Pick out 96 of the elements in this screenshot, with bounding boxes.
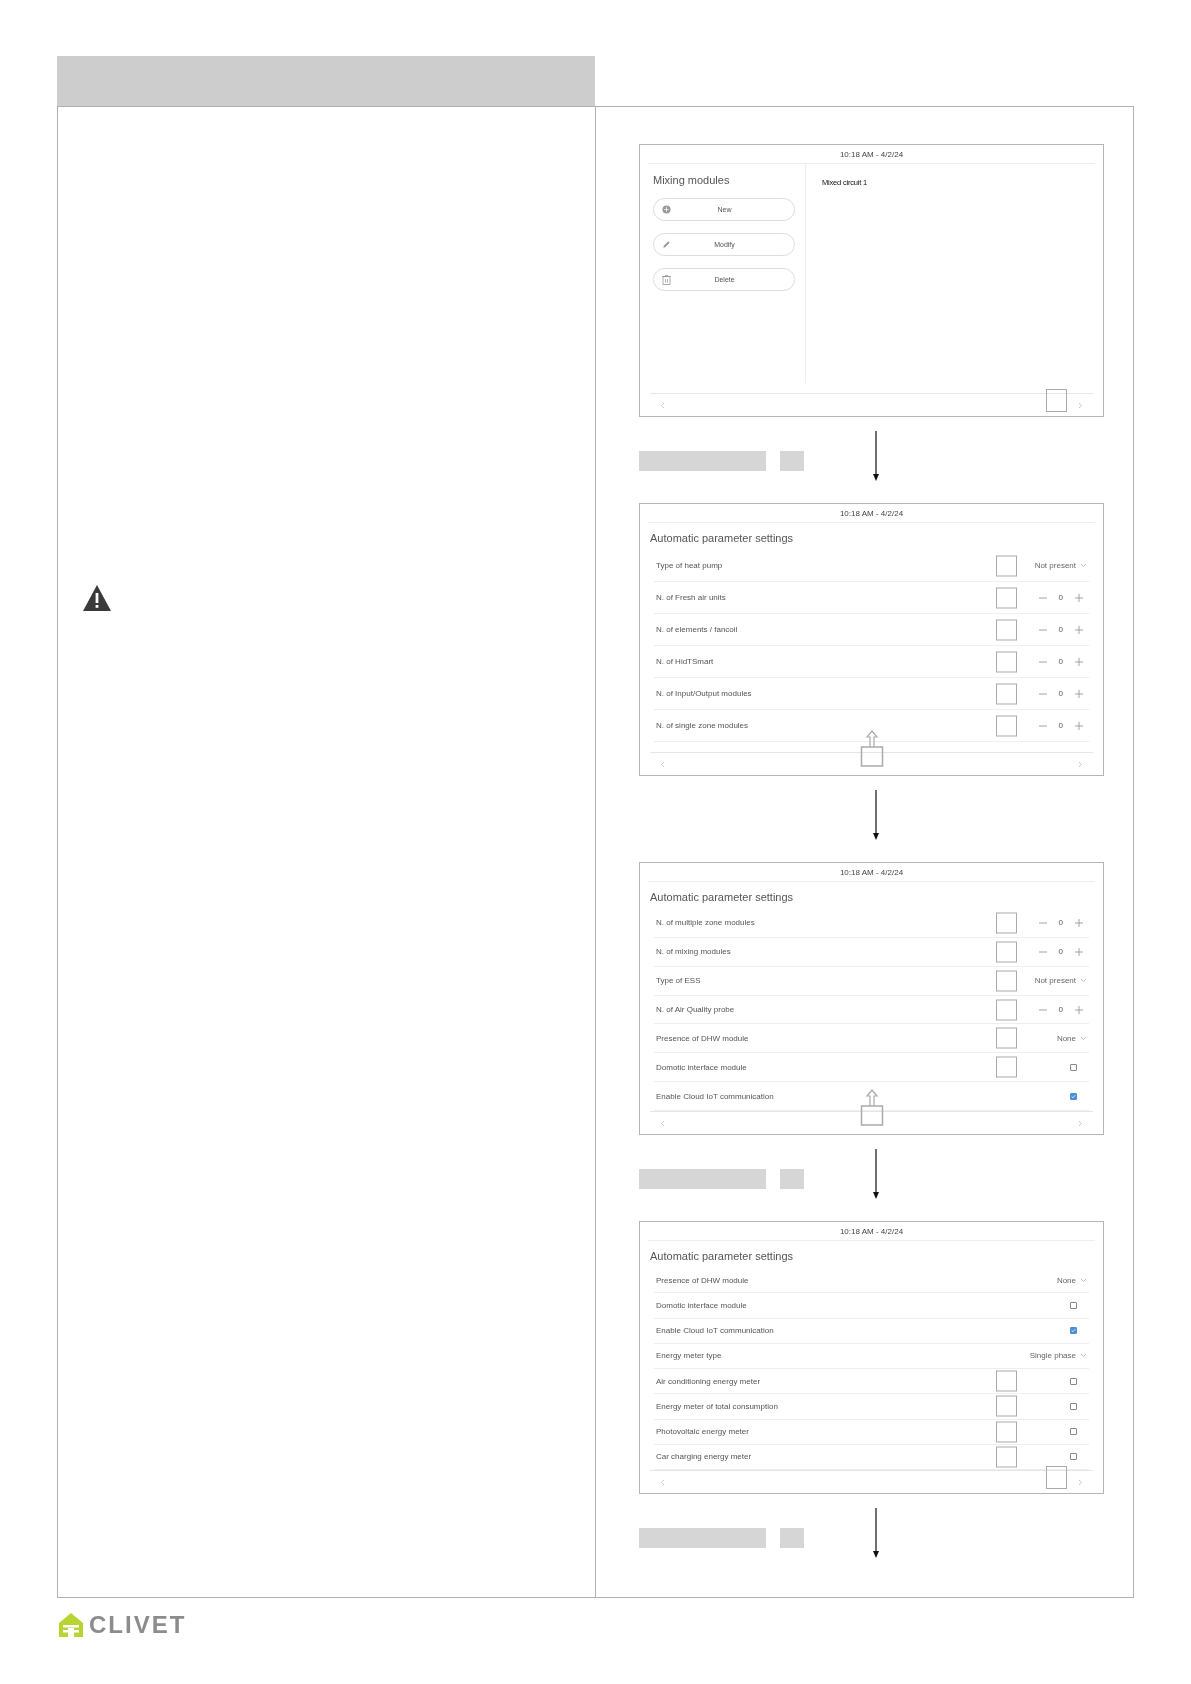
chevron-left-icon[interactable]: [660, 1478, 665, 1486]
chevron-left-icon[interactable]: [660, 1119, 665, 1127]
checkbox[interactable]: [1070, 1327, 1077, 1335]
checkbox[interactable]: [1070, 1453, 1077, 1461]
plus-icon[interactable]: [1075, 947, 1083, 956]
minus-icon[interactable]: [1038, 724, 1047, 727]
status-time: 10:18 AM - 4/2/24: [839, 149, 904, 161]
pencil-icon: [662, 240, 671, 249]
down-arrow: [872, 790, 880, 840]
screen-title: Mixing modules: [653, 173, 731, 186]
setting-label: Energy meter of total consumption: [656, 1401, 779, 1411]
plus-icon[interactable]: [1075, 918, 1083, 927]
minus-icon[interactable]: [1038, 596, 1047, 599]
chevron-right-icon[interactable]: [1078, 760, 1083, 768]
setting-label: Enable Cloud IoT communication: [656, 1091, 775, 1101]
stepper-value: 0: [1058, 918, 1063, 928]
minus-icon[interactable]: [1038, 1008, 1047, 1011]
brand-logo: CLIVET: [89, 1613, 187, 1637]
status-time: 10:18 AM - 4/2/24: [839, 508, 904, 520]
setting-label: N. of Air Quality probe: [656, 1005, 736, 1014]
down-arrow: [872, 431, 880, 481]
down-arrow: [872, 1149, 880, 1199]
minus-icon[interactable]: [1038, 950, 1047, 953]
checkbox[interactable]: [1070, 1092, 1077, 1100]
plus-icon[interactable]: [1075, 593, 1083, 602]
dropdown[interactable]: Single phase: [1029, 1351, 1087, 1361]
dropdown[interactable]: Not present: [1034, 561, 1087, 570]
plus-icon[interactable]: [1075, 625, 1083, 634]
plus-icon[interactable]: [1075, 1005, 1083, 1014]
setting-label: N. of multiple zone modules: [656, 918, 756, 928]
trash-icon: [662, 274, 671, 285]
setting-label: Domotic interface module: [656, 1062, 748, 1072]
stepper-value: 0: [1058, 625, 1063, 634]
setting-label: N. of Input/Output modules: [656, 689, 753, 698]
stepper-value: 0: [1058, 689, 1063, 698]
dropdown[interactable]: None: [1056, 1033, 1087, 1043]
chevron-down-icon: [1080, 1277, 1087, 1283]
house-logo-icon: [57, 1611, 85, 1639]
up-arrow-callout: [859, 729, 884, 767]
stepper-value: 0: [1058, 947, 1063, 957]
chevron-down-icon: [1080, 563, 1087, 568]
setting-label: N. of HidTSmart: [656, 657, 715, 666]
callout-box: [1046, 1466, 1067, 1489]
setting-label: Presence of DHW module: [656, 1275, 750, 1285]
plus-icon[interactable]: [1075, 657, 1083, 666]
setting-label: Type of ESS: [656, 976, 702, 986]
warning-icon: [82, 584, 112, 612]
setting-label: Air conditioning energy meter: [656, 1376, 762, 1386]
minus-icon[interactable]: [1038, 660, 1047, 663]
stepper-value: 0: [1058, 721, 1063, 730]
dropdown[interactable]: None: [1056, 1275, 1087, 1285]
setting-label: N. of Fresh air units: [656, 593, 727, 602]
minus-icon[interactable]: [1038, 921, 1047, 924]
chevron-left-icon[interactable]: [660, 760, 665, 768]
status-time: 10:18 AM - 4/2/24: [839, 1226, 904, 1238]
setting-label: Domotic interface module: [656, 1300, 748, 1310]
checkbox[interactable]: [1070, 1301, 1077, 1309]
blank-label: [780, 1169, 804, 1189]
chevron-right-icon[interactable]: [1078, 1478, 1083, 1486]
setting-label: N. of elements / fancoil: [656, 625, 739, 634]
checkbox[interactable]: [1070, 1377, 1077, 1385]
screen-title: Automatic parameter settings: [650, 1249, 795, 1264]
setting-label: N. of mixing modules: [656, 947, 732, 957]
minus-icon[interactable]: [1038, 628, 1047, 631]
callout-box: [1046, 389, 1067, 412]
setting-label: N. of single zone modules: [656, 721, 750, 730]
plus-icon[interactable]: [1075, 689, 1083, 698]
chevron-left-icon[interactable]: [660, 401, 665, 409]
blank-label: [780, 1528, 804, 1548]
up-arrow-callout: [859, 1088, 884, 1126]
dropdown[interactable]: Not present: [1034, 976, 1087, 986]
plus-icon[interactable]: [1075, 721, 1083, 730]
setting-label: Presence of DHW module: [656, 1033, 750, 1043]
chevron-down-icon: [1080, 978, 1087, 984]
chevron-down-icon: [1080, 1353, 1087, 1359]
screen-title: Automatic parameter settings: [650, 531, 795, 546]
setting-label: Type of heat pump: [656, 561, 724, 570]
minus-icon[interactable]: [1038, 692, 1047, 695]
plus-circle-icon: [662, 205, 671, 214]
down-arrow: [872, 1508, 880, 1558]
screen-title: Automatic parameter settings: [650, 890, 795, 905]
chevron-down-icon: [1080, 1035, 1087, 1041]
setting-label: Energy meter type: [656, 1351, 723, 1361]
blank-label: [780, 451, 804, 471]
setting-label: Car charging energy meter: [656, 1452, 753, 1462]
stepper-value: 0: [1058, 593, 1063, 602]
chevron-right-icon[interactable]: [1078, 1119, 1083, 1127]
chevron-right-icon[interactable]: [1078, 401, 1083, 409]
checkbox[interactable]: [1070, 1402, 1077, 1410]
checkbox[interactable]: [1070, 1428, 1077, 1436]
status-time: 10:18 AM - 4/2/24: [839, 867, 904, 879]
checkbox[interactable]: [1070, 1063, 1077, 1071]
setting-label: Enable Cloud IoT communication: [656, 1326, 775, 1336]
setting-label: Photovoltaic energy meter: [656, 1427, 750, 1437]
stepper-value: 0: [1058, 657, 1063, 666]
stepper-value: 0: [1058, 1005, 1063, 1014]
